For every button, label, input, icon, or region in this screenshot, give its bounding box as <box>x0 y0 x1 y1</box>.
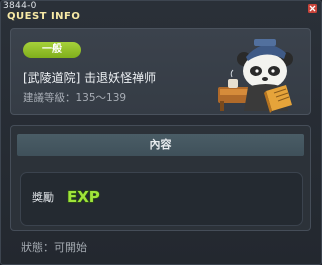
quest-name: [武陵道院] 击退妖怪禅师 <box>23 71 157 85</box>
quest-content-panel: 內容 獎勵 EXP <box>10 125 311 231</box>
status-line: 狀態：可開始 <box>21 239 87 255</box>
status-value: 可開始 <box>54 241 87 254</box>
panda-npc-icon <box>218 39 293 113</box>
quest-summary-panel: 一般 [武陵道院] 击退妖怪禅师 建議等級：135～139 <box>10 28 311 115</box>
exp-text: EXP <box>67 188 100 205</box>
window-title: QUEST INFO <box>7 11 81 22</box>
close-icon[interactable] <box>308 4 317 13</box>
reward-label: 獎勵 <box>32 191 54 204</box>
reward-box: 獎勵 EXP <box>20 172 303 226</box>
category-badge: 一般 <box>23 42 81 58</box>
exp-reward-icon: EXP <box>66 187 100 205</box>
quest-info-window: 3844-0 QUEST INFO 一般 [武陵道院] 击退妖怪禅师 建議等級：… <box>0 0 322 265</box>
status-label: 狀態： <box>21 241 54 254</box>
quest-id: 3844-0 <box>3 1 37 11</box>
content-header: 內容 <box>17 134 304 156</box>
recommended-level: 建議等級：135～139 <box>23 92 127 104</box>
